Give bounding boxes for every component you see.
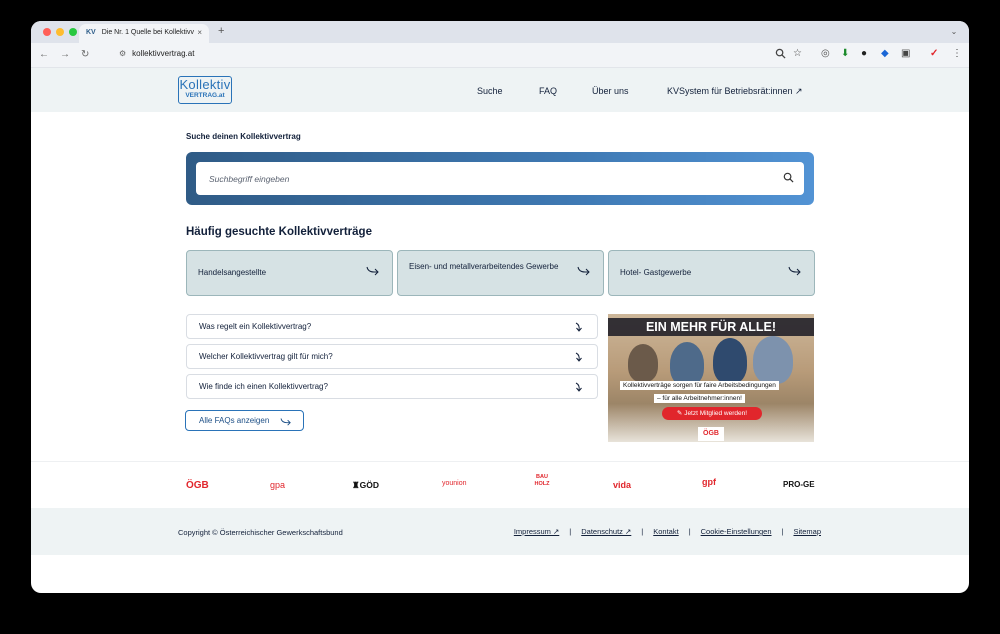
arrow-right-icon bbox=[280, 418, 291, 426]
tab-search-button[interactable]: ⌄ bbox=[947, 25, 961, 39]
partner-logo-goed[interactable]: ♜GÖD bbox=[352, 480, 379, 491]
faq-item[interactable]: Was regelt ein Kollektivvertrag? bbox=[186, 314, 598, 339]
membership-banner[interactable]: EIN MEHR FÜR ALLE! Kollektivverträge sor… bbox=[608, 314, 814, 442]
extensions-puzzle-icon[interactable]: ▣ bbox=[901, 48, 910, 59]
site-footer: Copyright © Österreichischer Gewerkschaf… bbox=[31, 508, 969, 555]
banner-photo-person bbox=[753, 336, 793, 384]
nav-kvsystem[interactable]: KVSystem für Betriebsrät:innen ↗ bbox=[667, 86, 803, 97]
partner-logo-gpa[interactable]: gpa bbox=[270, 480, 285, 490]
reload-icon[interactable]: ↻ bbox=[81, 49, 89, 60]
partner-logo-vida[interactable]: vida bbox=[613, 480, 631, 490]
copyright: Copyright © Österreichischer Gewerkschaf… bbox=[178, 528, 343, 537]
tab-close-icon[interactable]: × bbox=[197, 28, 202, 37]
chevron-down-icon bbox=[575, 382, 582, 392]
logo-domain: VERTRAG.at bbox=[185, 92, 225, 99]
footer-separator: | bbox=[688, 527, 691, 536]
site-header: Kollektiv VERTRAG.at Suche FAQ Über uns … bbox=[31, 68, 969, 112]
footer-separator: | bbox=[781, 527, 784, 536]
footer-link-datenschutz[interactable]: Datenschutz ↗ bbox=[581, 527, 631, 536]
logo-wordmark: Kollektiv bbox=[179, 77, 231, 92]
partner-logos: ÖGB gpa ♜GÖD younion BAU HOLZ vida gpf P… bbox=[31, 461, 969, 508]
maximize-window-button[interactable] bbox=[69, 28, 77, 36]
card-handelsangestellte[interactable]: Handelsangestellte bbox=[186, 250, 393, 296]
browser-titlebar: KV Die Nr. 1 Quelle bei Kollektivv × + ⌄ bbox=[31, 21, 969, 43]
footer-link-kontakt[interactable]: Kontakt bbox=[653, 527, 678, 536]
chevron-down-icon bbox=[575, 352, 582, 362]
url-text: kollektivvertrag.at bbox=[132, 49, 195, 58]
footer-link-impressum[interactable]: Impressum ↗ bbox=[514, 527, 559, 536]
arrow-right-icon bbox=[788, 266, 801, 276]
faq-question: Welcher Kollektivvertrag gilt für mich? bbox=[199, 352, 333, 361]
search-heading: Suche deinen Kollektivvertrag bbox=[186, 132, 301, 141]
extension-mask-icon[interactable]: ● bbox=[861, 48, 867, 59]
search-field bbox=[196, 162, 804, 195]
site-logo[interactable]: Kollektiv VERTRAG.at bbox=[178, 76, 232, 104]
partner-logo-ogb[interactable]: ÖGB bbox=[186, 480, 209, 491]
site-settings-icon[interactable]: ⚙ bbox=[119, 49, 126, 58]
faq-item[interactable]: Welcher Kollektivvertrag gilt für mich? bbox=[186, 344, 598, 369]
popular-heading: Häufig gesuchte Kollektivverträge bbox=[186, 226, 372, 238]
new-tab-button[interactable]: + bbox=[218, 25, 224, 37]
footer-separator: | bbox=[569, 527, 572, 536]
footer-link-cookie-einstellungen[interactable]: Cookie-Einstellungen bbox=[701, 527, 772, 536]
close-window-button[interactable] bbox=[43, 28, 51, 36]
banner-photo-person bbox=[670, 342, 704, 386]
nav-ueber-uns[interactable]: Über uns bbox=[592, 86, 629, 96]
banner-headline: EIN MEHR FÜR ALLE! bbox=[608, 318, 814, 336]
search-input[interactable] bbox=[196, 162, 756, 195]
back-arrow-icon[interactable]: ← bbox=[39, 49, 49, 60]
faq-question: Wie finde ich einen Kollektivvertrag? bbox=[199, 382, 328, 391]
partner-logo-bau-holz[interactable]: BAU HOLZ bbox=[530, 474, 554, 488]
card-hotel-gastgewerbe[interactable]: Hotel- Gastgewerbe bbox=[608, 250, 815, 296]
footer-links: Impressum ↗ | Datenschutz ↗ | Kontakt | Cookie… bbox=[514, 527, 821, 536]
join-now-label: Jetzt Mitglied werden! bbox=[684, 410, 748, 417]
bookmark-star-icon[interactable]: ☆ bbox=[793, 48, 802, 59]
extension-check-icon[interactable]: ✓ bbox=[930, 48, 938, 59]
card-eisen-metall[interactable]: Eisen- und metallverarbeitendes Gewerbe bbox=[397, 250, 604, 296]
banner-text-line1: Kollektivverträge sorgen für faire Arbei… bbox=[620, 381, 779, 390]
nav-faq[interactable]: FAQ bbox=[539, 86, 557, 96]
search-panel bbox=[186, 152, 814, 205]
faq-item[interactable]: Wie finde ich einen Kollektivvertrag? bbox=[186, 374, 598, 399]
faq-question: Was regelt ein Kollektivvertrag? bbox=[199, 322, 312, 331]
address-bar[interactable]: ⚙ kollektivvertrag.at bbox=[119, 49, 194, 58]
card-label: Handelsangestellte bbox=[198, 268, 267, 277]
extension-download-icon[interactable]: ⬇ bbox=[841, 48, 849, 59]
extension-target-icon[interactable]: ◎ bbox=[821, 48, 830, 59]
search-icon[interactable] bbox=[783, 172, 794, 183]
nav-suche[interactable]: Suche bbox=[477, 86, 503, 96]
browser-tab[interactable]: KV Die Nr. 1 Quelle bei Kollektivv × bbox=[79, 24, 209, 43]
arrow-right-icon bbox=[577, 266, 590, 276]
card-label: Hotel- Gastgewerbe bbox=[620, 268, 692, 277]
forward-arrow-icon[interactable]: → bbox=[60, 49, 70, 60]
browser-menu-icon[interactable]: ⋮ bbox=[952, 48, 962, 59]
banner-ogb-logo: ÖGB bbox=[698, 427, 724, 441]
footer-link-sitemap[interactable]: Sitemap bbox=[793, 527, 821, 536]
browser-window: KV Die Nr. 1 Quelle bei Kollektivv × + ⌄ … bbox=[31, 21, 969, 593]
banner-text-line2: – für alle Arbeitnehmer:innen! bbox=[654, 394, 745, 403]
eagle-icon: ♜ bbox=[352, 480, 360, 490]
all-faqs-button[interactable]: Alle FAQs anzeigen bbox=[185, 410, 304, 431]
tab-title: Die Nr. 1 Quelle bei Kollektivv bbox=[101, 29, 194, 36]
all-faqs-label: Alle FAQs anzeigen bbox=[199, 416, 270, 425]
partner-logo-goed-text: GÖD bbox=[359, 480, 379, 490]
zoom-icon[interactable] bbox=[775, 48, 786, 59]
partner-logo-younion[interactable]: younion bbox=[442, 480, 467, 487]
card-label: Eisen- und metallverarbeitendes Gewerbe bbox=[409, 262, 559, 271]
browser-toolbar: ← → ↻ ⚙ kollektivvertrag.at ☆ ◎ ⬇ ● ◆ ▣ ✓… bbox=[31, 43, 969, 68]
tab-favicon: KV bbox=[86, 29, 96, 36]
banner-photo-person bbox=[628, 344, 658, 382]
chevron-down-icon bbox=[575, 322, 582, 332]
arrow-right-icon bbox=[366, 266, 379, 276]
banner-photo-person bbox=[713, 338, 747, 384]
partner-logo-gpf[interactable]: gpf bbox=[702, 477, 716, 487]
extension-shield-icon[interactable]: ◆ bbox=[881, 48, 889, 59]
partner-logo-proge[interactable]: PRO-GE bbox=[783, 480, 815, 489]
footer-separator: | bbox=[641, 527, 644, 536]
join-now-button[interactable]: ✎ Jetzt Mitglied werden! bbox=[662, 407, 762, 420]
minimize-window-button[interactable] bbox=[56, 28, 64, 36]
